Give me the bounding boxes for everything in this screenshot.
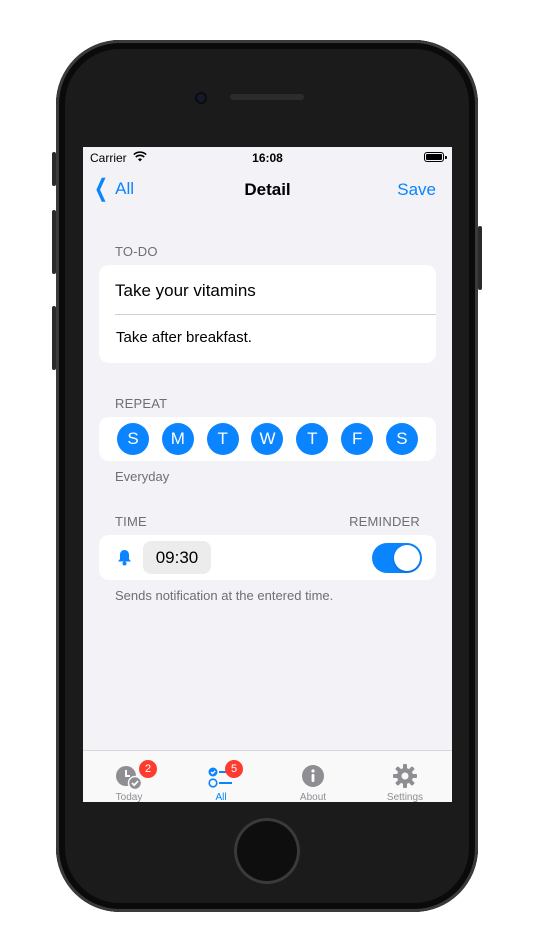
battery-icon: [424, 152, 447, 162]
tab-all[interactable]: 5 All: [175, 755, 267, 802]
day-monday-button[interactable]: M: [161, 423, 194, 455]
repeat-summary: Everyday: [115, 469, 170, 484]
status-bar: Carrier 16:08: [83, 147, 452, 169]
time-card: 09:30: [99, 535, 436, 580]
info-icon: [299, 763, 327, 791]
day-wednesday-button[interactable]: W: [251, 423, 284, 455]
tab-about-label: About: [299, 792, 327, 802]
day-tuesday-button[interactable]: T: [206, 423, 239, 455]
time-footer-note: Sends notification at the entered time.: [115, 588, 334, 603]
bell-icon: [117, 549, 132, 571]
tab-bar: 2 Today 5 All About Settings: [83, 750, 452, 802]
today-badge: 2: [139, 760, 157, 778]
day-friday-button[interactable]: F: [341, 423, 374, 455]
tab-about[interactable]: About: [267, 755, 359, 802]
todo-note-field[interactable]: Take after breakfast.: [116, 329, 252, 346]
volume-up-button: [52, 210, 56, 274]
tab-settings-label: Settings: [386, 792, 424, 802]
day-thursday-button[interactable]: T: [296, 423, 329, 455]
front-camera: [195, 92, 207, 104]
tab-all-label: All: [215, 792, 227, 802]
app-screen: Carrier 16:08 ❮ All Detail Save TO-DO Ta…: [83, 147, 452, 802]
volume-down-button: [52, 306, 56, 370]
tab-today[interactable]: 2 Today: [83, 755, 175, 802]
all-badge: 5: [225, 760, 243, 778]
navigation-bar: ❮ All Detail Save: [83, 169, 452, 213]
status-time: 16:08: [252, 151, 283, 165]
todo-title-field[interactable]: Take your vitamins: [115, 281, 256, 301]
reminder-section-label: REMINDER: [349, 514, 420, 529]
tab-settings[interactable]: Settings: [359, 755, 451, 802]
todo-card: Take your vitamins Take after breakfast.: [99, 265, 436, 363]
power-button: [478, 226, 482, 290]
mute-switch: [52, 152, 56, 186]
weekday-picker: S M T W T F S: [99, 417, 436, 461]
reminder-toggle[interactable]: [372, 543, 422, 573]
time-section-label: TIME: [115, 514, 147, 529]
save-button[interactable]: Save: [397, 180, 436, 200]
time-picker[interactable]: 09:30: [143, 541, 211, 574]
divider: [115, 314, 436, 315]
toggle-knob: [394, 545, 420, 571]
home-button[interactable]: [234, 818, 300, 884]
earpiece-speaker: [230, 94, 304, 100]
day-saturday-button[interactable]: S: [385, 423, 418, 455]
todo-section-label: TO-DO: [115, 244, 158, 259]
gear-icon: [391, 763, 419, 791]
repeat-section-label: REPEAT: [115, 396, 168, 411]
day-sunday-button[interactable]: S: [117, 423, 149, 455]
tab-today-label: Today: [115, 792, 143, 802]
